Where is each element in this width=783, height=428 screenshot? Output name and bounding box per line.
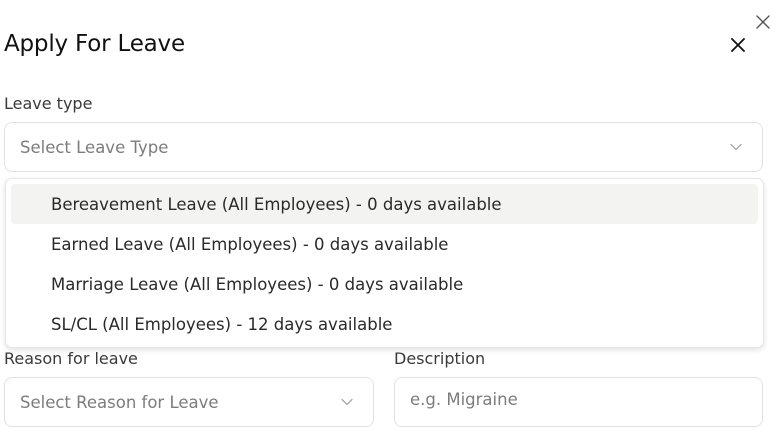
close-icon [756,15,770,29]
reason-select[interactable]: Select Reason for Leave [4,377,374,427]
leave-option-bereavement[interactable]: Bereavement Leave (All Employees) - 0 da… [11,184,758,224]
dialog-close-button[interactable] [727,34,749,56]
leave-option-sl-cl[interactable]: SL/CL (All Employees) - 12 days availabl… [11,304,758,344]
leave-type-select[interactable]: Select Leave Type [4,122,763,172]
leave-type-label: Leave type [4,94,93,113]
dialog-title: Apply For Leave [4,31,185,57]
leave-type-dropdown: Bereavement Leave (All Employees) - 0 da… [5,178,764,348]
chevron-down-icon [730,143,742,151]
reason-label: Reason for leave [4,349,138,368]
outer-close-button[interactable] [752,11,774,33]
leave-option-earned[interactable]: Earned Leave (All Employees) - 0 days av… [11,224,758,264]
apply-leave-page: Apply For Leave Leave type Select Leave … [0,0,783,428]
close-icon [731,38,745,52]
leave-type-placeholder: Select Leave Type [20,137,169,157]
reason-placeholder: Select Reason for Leave [20,392,219,412]
leave-option-marriage[interactable]: Marriage Leave (All Employees) - 0 days … [11,264,758,304]
description-label: Description [394,349,486,368]
description-input[interactable] [394,377,763,427]
chevron-down-icon [341,398,353,406]
